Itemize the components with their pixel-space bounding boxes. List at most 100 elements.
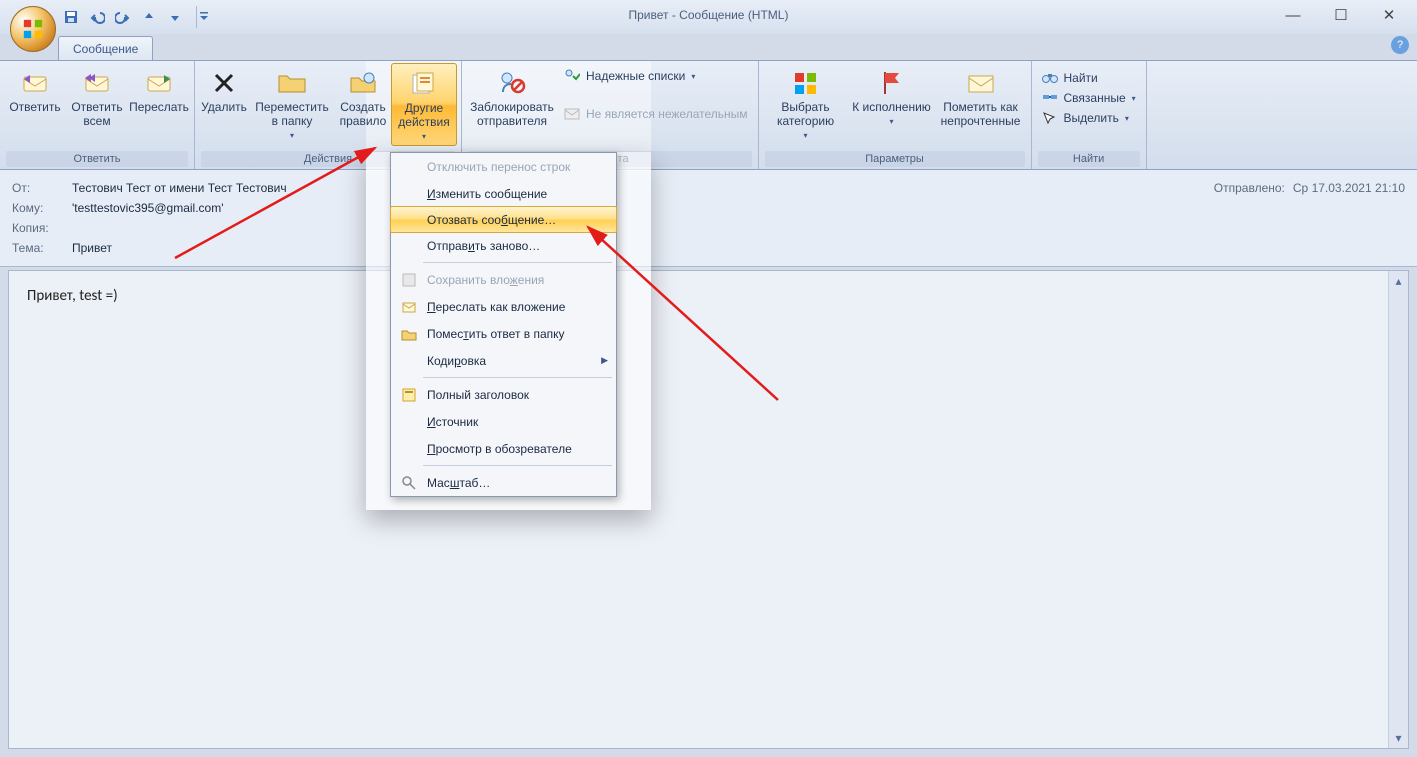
- reply-label: Ответить: [9, 101, 60, 115]
- forward-button[interactable]: Переслать: [128, 63, 190, 119]
- menu-recall-label: Отозвать сообщение…: [427, 213, 556, 227]
- cc-label: Копия:: [12, 221, 72, 235]
- delete-icon: [208, 67, 240, 99]
- message-body-area: Привет, test =) ▴ ▾: [8, 270, 1409, 749]
- unread-label: Пометить как непрочтенные: [937, 101, 1025, 129]
- menu-save-attachments: Сохранить вложения: [391, 266, 616, 293]
- find-button[interactable]: Найти: [1040, 69, 1138, 87]
- menu-forward-attachment[interactable]: Переслать как вложение: [391, 293, 616, 320]
- next-item-button[interactable]: [166, 8, 184, 26]
- title-bar: Привет - Сообщение (HTML) — ☐ ✕: [0, 0, 1417, 34]
- menu-encoding[interactable]: Кодировка ▶: [391, 347, 616, 374]
- scroll-up-icon[interactable]: ▴: [1389, 271, 1408, 291]
- vertical-scrollbar[interactable]: ▴ ▾: [1388, 271, 1408, 748]
- menu-separator: [423, 262, 612, 263]
- binoculars-icon: [1042, 70, 1058, 86]
- menu-fwdatt-label: Переслать как вложение: [427, 300, 565, 314]
- ribbon: Ответить Ответить всем Переслать Ответит…: [0, 60, 1417, 170]
- quick-access-toolbar: [62, 0, 210, 34]
- create-rule-button[interactable]: Создать правило: [335, 63, 391, 133]
- maximize-button[interactable]: ☐: [1317, 0, 1365, 30]
- category-label: Выбрать категорию: [765, 101, 847, 129]
- to-value: 'testtestovic395@gmail.com': [72, 201, 224, 215]
- mail-icon: [564, 106, 580, 122]
- scroll-down-icon[interactable]: ▾: [1389, 728, 1408, 748]
- rule-label: Создать правило: [337, 101, 389, 129]
- qat-customize[interactable]: [196, 6, 210, 28]
- menu-source[interactable]: Источник: [391, 408, 616, 435]
- group-options: Выбрать категорию ▾ К исполнению▾ Пометит…: [759, 61, 1032, 169]
- dropdown-icon: ▾: [890, 117, 894, 126]
- related-button[interactable]: Связанные ▾: [1040, 89, 1138, 107]
- header-icon: [401, 387, 417, 403]
- safe-lists-button[interactable]: Надежные списки ▾: [562, 67, 750, 85]
- minimize-button[interactable]: —: [1269, 0, 1317, 30]
- submenu-arrow-icon: ▶: [601, 355, 608, 366]
- move-label: Переместить в папку: [251, 101, 333, 129]
- notjunk-label: Не является нежелательным: [586, 107, 748, 121]
- group-reply: Ответить Ответить всем Переслать Ответит…: [0, 61, 195, 169]
- menu-resend[interactable]: Отправить заново…: [391, 232, 616, 259]
- safe-label: Надежные списки: [586, 69, 685, 83]
- office-logo-icon: [22, 18, 44, 40]
- prev-item-button[interactable]: [140, 8, 158, 26]
- menu-view-in-browser[interactable]: Просмотр в обозревателе: [391, 435, 616, 462]
- menu-resend-label: Отправить заново…: [427, 239, 540, 253]
- menu-zoom-label: Масштаб…: [427, 476, 490, 490]
- menu-move-reply[interactable]: Поместить ответ в папку: [391, 320, 616, 347]
- folder-reply-icon: [401, 326, 417, 342]
- menu-wrap: Отключить перенос строк: [391, 153, 616, 180]
- help-button[interactable]: ?: [1391, 36, 1409, 54]
- menu-full-header[interactable]: Полный заголовок: [391, 381, 616, 408]
- menu-edit-message[interactable]: Изменить сообщение: [391, 180, 616, 207]
- from-label: От:: [12, 181, 72, 195]
- mark-unread-button[interactable]: Пометить как непрочтенные: [935, 63, 1027, 133]
- close-button[interactable]: ✕: [1365, 0, 1413, 30]
- delete-label: Удалить: [201, 101, 247, 115]
- block-sender-button[interactable]: Заблокировать отправителя: [466, 63, 558, 133]
- redo-button[interactable]: [114, 8, 132, 26]
- menu-recall-message[interactable]: Отозвать сообщение…: [390, 206, 617, 233]
- sent-label: Отправлено:: [1214, 181, 1285, 195]
- dropdown-icon: ▾: [1125, 114, 1129, 123]
- find-label: Найти: [1064, 71, 1098, 85]
- select-label: Выделить: [1064, 111, 1119, 125]
- reply-all-button[interactable]: Ответить всем: [66, 63, 128, 133]
- menu-movereply-label: Поместить ответ в папку: [427, 327, 565, 341]
- window-controls: — ☐ ✕: [1269, 0, 1413, 30]
- move-button[interactable]: Переместить в папку▾: [249, 63, 335, 144]
- followup-button[interactable]: К исполнению▾: [849, 63, 935, 130]
- forward-attachment-icon: [401, 299, 417, 315]
- message-body-text: Привет, test =): [9, 271, 1408, 321]
- group-options-label: Параметры: [765, 151, 1025, 167]
- dropdown-icon: ▾: [804, 131, 808, 140]
- from-value: Тестович Тест от имени Тест Тестович: [72, 181, 287, 195]
- menu-fullheader-label: Полный заголовок: [427, 388, 529, 402]
- related-icon: [1042, 90, 1058, 106]
- menu-encoding-label: Кодировка: [427, 354, 486, 368]
- category-button[interactable]: Выбрать категорию ▾: [763, 63, 849, 144]
- select-button[interactable]: Выделить ▾: [1040, 109, 1138, 127]
- delete-button[interactable]: Удалить: [199, 63, 249, 119]
- menu-zoom[interactable]: Масштаб…: [391, 469, 616, 496]
- save-button[interactable]: [62, 8, 80, 26]
- to-label: Кому:: [12, 201, 72, 215]
- message-header: От: Тестович Тест от имени Тест Тестович…: [0, 170, 1417, 267]
- dropdown-icon: ▾: [422, 132, 426, 141]
- window-title: Привет - Сообщение (HTML): [0, 8, 1417, 22]
- menu-edit-label: Изменить сообщение: [427, 187, 547, 201]
- office-button[interactable]: [10, 6, 56, 52]
- reply-button[interactable]: Ответить: [4, 63, 66, 119]
- not-junk-button: Не является нежелательным: [562, 105, 750, 123]
- related-label: Связанные: [1064, 91, 1126, 105]
- group-find: Найти Связанные ▾ Выделить ▾ Найти: [1032, 61, 1147, 169]
- undo-button[interactable]: [88, 8, 106, 26]
- flag-icon: [876, 67, 908, 99]
- other-actions-button[interactable]: Другие действия▾: [391, 63, 457, 146]
- menu-separator: [423, 465, 612, 466]
- reply-all-icon: [81, 67, 113, 99]
- safe-icon: [564, 68, 580, 84]
- menu-wrap-label: Отключить перенос строк: [427, 160, 570, 174]
- forward-label: Переслать: [129, 101, 189, 115]
- tab-message[interactable]: Сообщение: [58, 36, 153, 61]
